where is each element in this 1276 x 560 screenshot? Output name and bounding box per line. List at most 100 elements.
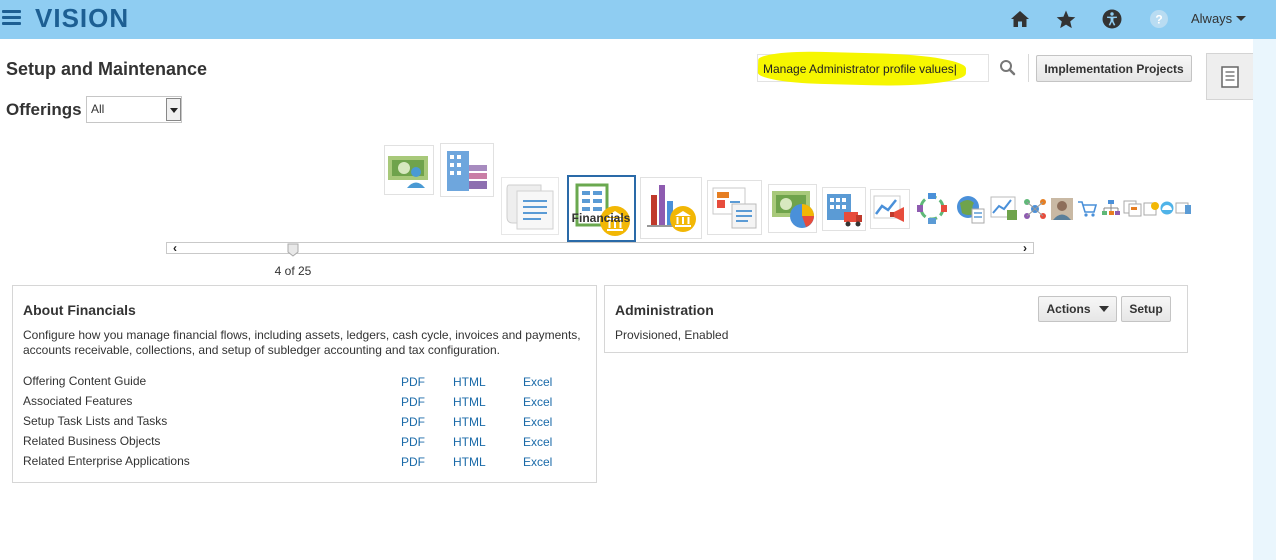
analytics-chart-icon [990,196,1017,220]
administration-status: Provisioned, Enabled [615,328,729,342]
documents-icon [1123,200,1142,217]
offering-tile-9[interactable] [870,189,910,229]
warehouse-truck-icon [827,194,862,227]
scroll-right-icon[interactable]: › [1018,241,1032,255]
chevron-down-icon [1098,306,1109,312]
doc-row: Offering Content Guide PDF HTML Excel [23,374,583,390]
about-title: About Financials [23,302,136,318]
pdf-link[interactable]: PDF [401,435,425,449]
offering-tile-1[interactable] [384,145,434,195]
pdf-link[interactable]: PDF [401,375,425,389]
chevron-down-icon [1236,16,1247,21]
navigator-menu-icon[interactable] [2,10,21,26]
excel-link[interactable]: Excel [523,435,552,449]
financials-ledger-bank-icon [575,183,630,236]
html-link[interactable]: HTML [453,415,486,429]
offering-tile-2[interactable] [440,143,494,197]
window-edge [1253,39,1276,560]
tasks-panel-tab[interactable] [1206,53,1253,100]
device-icon [1175,202,1191,214]
html-link[interactable]: HTML [453,395,486,409]
globe-documents-icon [957,196,985,224]
money-pie-chart-icon [771,190,814,228]
offering-tile-13[interactable] [1021,195,1049,223]
doc-row-label: Related Business Objects [23,434,161,448]
offering-tile-14[interactable] [1049,196,1074,221]
team-network-icon [1024,199,1046,219]
offerings-select[interactable]: All [86,96,182,123]
person-photo-icon [1050,197,1073,220]
pdf-link[interactable]: PDF [401,455,425,469]
scroll-document-icon [506,184,554,230]
excel-link[interactable]: Excel [523,415,552,429]
bar-chart-bank-icon [647,185,696,232]
user-name: Always [1191,11,1233,26]
offering-tile-11[interactable] [953,192,987,226]
offering-tile-3[interactable] [501,177,559,235]
administration-panel: Administration Provisioned, Enabled Acti… [604,285,1188,353]
about-panel: About Financials Configure how you manag… [12,285,597,483]
accessibility-icon[interactable] [1100,7,1124,31]
doc-row-label: Associated Features [23,394,133,408]
page-title: Setup and Maintenance [6,59,208,79]
doc-row: Related Enterprise Applications PDF HTML… [23,454,583,470]
pdf-link[interactable]: PDF [401,415,425,429]
dropdown-arrow-icon[interactable] [166,98,181,121]
doc-row-label: Offering Content Guide [23,374,147,388]
excel-link[interactable]: Excel [523,395,552,409]
offering-tile-5[interactable] [640,177,702,239]
offering-tile-financials[interactable] [567,175,636,242]
excel-link[interactable]: Excel [523,455,552,469]
offering-tile-16[interactable] [1100,198,1122,218]
setup-button[interactable]: Setup [1121,296,1171,322]
excel-link[interactable]: Excel [523,375,552,389]
filmstrip-position: 4 of 25 [274,264,312,278]
offering-tile-12[interactable] [988,193,1020,223]
vision-logo[interactable]: VISION [35,3,129,34]
administration-title: Administration [615,302,714,318]
offering-tile-17[interactable] [1123,199,1143,217]
help-icon[interactable]: ? [1147,7,1171,31]
doc-row: Setup Task Lists and Tasks PDF HTML Exce… [23,414,583,430]
svg-text:?: ? [1155,13,1162,27]
doc-row-label: Related Enterprise Applications [23,454,190,468]
html-link[interactable]: HTML [453,375,486,389]
actions-label: Actions [1046,302,1091,316]
offering-tile-20[interactable] [1175,200,1192,216]
search-input[interactable] [763,61,983,77]
home-icon[interactable] [1008,7,1032,31]
report-documents-icon [712,187,756,228]
offering-tile-7[interactable] [768,184,817,233]
about-description: Configure how you manage financial flows… [23,328,581,357]
offerings-label: Offerings [6,100,82,119]
trend-chart-megaphone-icon [873,195,904,222]
html-link[interactable]: HTML [453,455,486,469]
network-cycle-icon [917,193,947,224]
offering-tile-19[interactable] [1159,200,1175,216]
implementation-projects-button[interactable]: Implementation Projects [1036,55,1192,82]
doc-row: Associated Features PDF HTML Excel [23,394,583,410]
pdf-link[interactable]: PDF [401,395,425,409]
offering-tile-15[interactable] [1075,197,1099,219]
offering-tile-10[interactable] [914,190,950,226]
workforce-money-icon [388,156,428,188]
offerings-selected-value: All [91,102,105,116]
selected-offering-caption: Financials [571,211,631,225]
task-list-icon [1221,65,1239,88]
hierarchy-icon [1102,200,1120,215]
buildings-icon [447,151,487,191]
offering-tile-8[interactable] [822,187,866,231]
offering-tile-6[interactable] [707,180,762,235]
gauge-icon [1160,201,1174,215]
toolbar-divider [1028,54,1029,82]
global-header: VISION ? Always [0,0,1276,38]
shopping-cart-icon [1078,201,1098,217]
main-content: Setup and Maintenance Offerings All Impl… [0,39,1253,560]
scroll-left-icon[interactable]: ‹ [168,241,182,255]
search-icon[interactable] [997,58,1019,78]
favorites-star-icon[interactable] [1054,7,1078,31]
scrollbar-thumb[interactable] [287,243,299,257]
actions-menu-button[interactable]: Actions [1038,296,1117,322]
user-menu[interactable]: Always [1191,11,1247,26]
html-link[interactable]: HTML [453,435,486,449]
